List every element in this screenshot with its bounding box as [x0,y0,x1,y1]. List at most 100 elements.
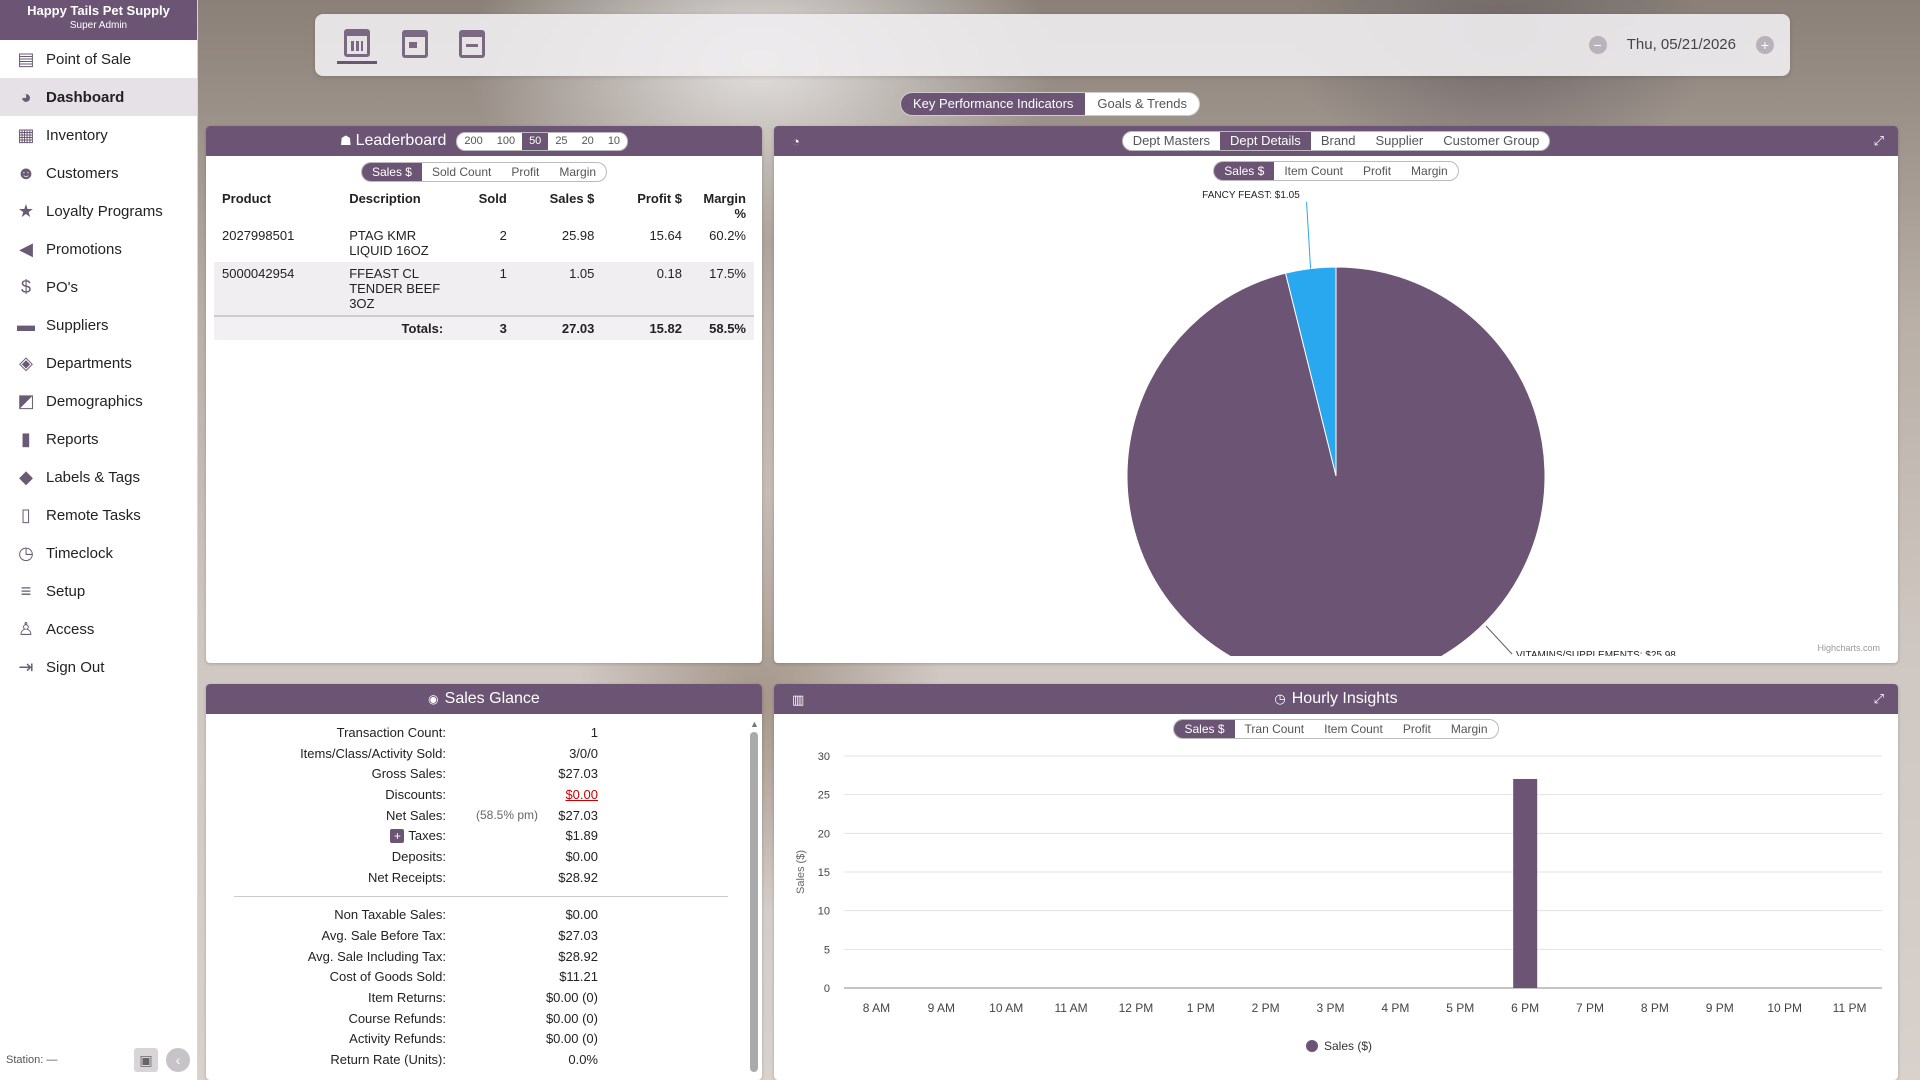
col-product[interactable]: Product [214,188,341,224]
bar[interactable] [1513,778,1538,988]
scroll-up-icon[interactable]: ▲ [750,720,759,729]
col-margin[interactable]: Margin % [690,188,754,224]
glance-value: $0.00 (0) [545,1010,598,1026]
x-tick-label: 8 PM [1641,1001,1669,1015]
glance-value: $0.00 [565,848,598,864]
scrollbar[interactable]: ▲ [750,720,759,1072]
sidebar-item-labels-tags[interactable]: ◆ Labels & Tags [0,458,197,496]
scrollbar-thumb[interactable] [750,732,758,1072]
date-display[interactable]: Thu, 05/21/2026 [1616,26,1746,64]
next-day-button[interactable]: + [1756,36,1774,54]
y-tick-label: 0 [824,983,830,995]
sidebar-item-customers[interactable]: ☻ Customers [0,154,197,192]
month-view-tab[interactable] [452,24,492,64]
user-shield-icon: ♙ [17,618,35,639]
glance-label: Avg. Sale Before Tax: [321,928,446,944]
leaderboard-metric-sales[interactable]: Sales $ [361,163,422,181]
sidebar-item-reports[interactable]: ▮ Reports [0,420,197,458]
sidebar-item-timeclock[interactable]: ◷ Timeclock [0,534,197,572]
expand-icon[interactable]: ⤢ [1874,133,1884,149]
count-10[interactable]: 10 [601,133,627,150]
sidebar-item-suppliers[interactable]: ▬ Suppliers [0,306,197,344]
loyalty-icon: ★ [17,200,35,221]
totals-row: Totals: 3 27.03 15.82 58.5% [214,315,754,340]
sidebar-item-access[interactable]: ♙ Access [0,610,197,648]
legend-label[interactable]: Sales ($) [1324,1039,1372,1053]
sidebar-item-point-of-sale[interactable]: ▤ Point of Sale [0,40,197,78]
leaderboard-metric-profit[interactable]: Profit [501,163,549,181]
previous-day-button[interactable]: − [1588,36,1607,54]
glance-label: Cost of Goods Sold: [329,969,446,985]
purchase-order-icon: $ [20,276,31,297]
hourly-insights-panel: ▥ ◷ Hourly Insights ⤢ Sales $ Tran Count I… [774,684,1898,1080]
tab-dept-details[interactable]: Dept Details [1220,132,1311,150]
sidebar-item-setup[interactable]: ≡ Setup [0,572,197,610]
tab-key-performance-indicators[interactable]: Key Performance Indicators [901,93,1086,115]
store-name: Happy Tails Pet Supply [27,3,170,18]
col-sold[interactable]: Sold [451,188,515,224]
calendar-week-icon [402,30,428,58]
y-tick-label: 15 [818,867,830,879]
count-25[interactable]: 25 [548,133,574,150]
sidebar-item-departments[interactable]: ◈ Departments [0,344,197,382]
day-view-tab[interactable] [337,24,377,64]
week-view-tab[interactable] [395,24,435,64]
sidebar-item-po-s[interactable]: $ PO's [0,268,197,306]
sidebar-item-inventory[interactable]: ▦ Inventory [0,116,197,154]
glance-label: Item Returns: [367,990,446,1006]
table-row[interactable]: 5000042954 FFEAST CL TENDER BEEF 3OZ 1 1.05… [214,262,754,316]
sidebar-item-sign-out[interactable]: ⇥ Sign Out [0,648,197,686]
expand-icon[interactable]: ⤢ [1874,691,1884,707]
count-200[interactable]: 200 [457,133,489,150]
trophy-icon: ☗ [339,133,352,148]
register-icon: ▤ [17,48,35,69]
pie-slice[interactable] [1126,266,1546,656]
col-description[interactable]: Description [341,188,451,224]
count-20[interactable]: 20 [575,133,601,150]
sidebar-item-dashboard[interactable]: ◕ Dashboard [0,78,197,116]
sales-glance-panel: ◉ Sales Glance Transaction Count: 1 Items/… [206,684,762,1080]
sidebar-item-demographics[interactable]: ◩ Demographics [0,382,197,420]
eye-icon: ◉ [428,692,439,706]
sidebar-footer: Station: — ▣ ‹ [0,1040,198,1080]
count-100[interactable]: 100 [490,133,522,150]
tab-customer-group[interactable]: Customer Group [1433,132,1549,150]
sidebar-item-label: Promotions [46,240,122,258]
discounts-link[interactable]: $0.00 [565,787,598,802]
table-row[interactable]: 2027998501 PTAG KMR LIQUID 16OZ 2 25.98 15.6… [214,224,754,262]
col-sales[interactable]: Sales $ [515,188,603,224]
count-50[interactable]: 50 [522,132,549,150]
tag-icon: ◆ [19,466,33,487]
tab-brand[interactable]: Brand [1311,132,1366,150]
expand-taxes-icon[interactable]: + [390,829,405,844]
sidebar-item-loyalty-programs[interactable]: ★ Loyalty Programs [0,192,197,230]
glance-row: Transaction Count: 1 [206,722,762,743]
legend-marker[interactable] [1306,1040,1318,1052]
leaderboard-table: Product Description Sold Sales $ Profit … [214,188,754,340]
layers-icon: ◈ [19,352,33,373]
sidebar-item-promotions[interactable]: ◀ Promotions [0,230,197,268]
glance-value: 1 [590,724,598,740]
y-tick-label: 25 [818,790,830,802]
collapse-sidebar-icon[interactable]: ‹ [166,1048,190,1072]
pie-chart-icon[interactable]: ◔ [792,134,800,149]
image-icon[interactable]: ▣ [134,1048,158,1072]
glance-row: Avg. Sale Before Tax: $27.03 [206,925,762,946]
customers-icon: ☻ [16,162,36,183]
tab-goals-trends[interactable]: Goals & Trends [1085,93,1199,115]
glance-value: $28.92 [558,869,598,885]
sales-glance-header: ◉ Sales Glance [206,684,762,714]
divider [234,895,728,897]
x-tick-label: 8 AM [863,1001,890,1015]
sidebar-item-remote-tasks[interactable]: ▯ Remote Tasks [0,496,197,534]
leaderboard-metric-sold-count[interactable]: Sold Count [422,163,501,181]
tab-dept-masters[interactable]: Dept Masters [1123,132,1220,150]
leaderboard-metric-margin[interactable]: Margin [549,163,606,181]
x-tick-label: 1 PM [1187,1001,1215,1015]
tab-supplier[interactable]: Supplier [1366,132,1434,150]
bar-chart-icon[interactable]: ▥ [792,692,804,708]
glance-value: 0.0% [568,1052,598,1068]
col-profit[interactable]: Profit $ [602,188,690,224]
x-tick-label: 4 PM [1381,1001,1409,1015]
glance-row: Activity Refunds: $0.00 (0) [206,1029,762,1050]
